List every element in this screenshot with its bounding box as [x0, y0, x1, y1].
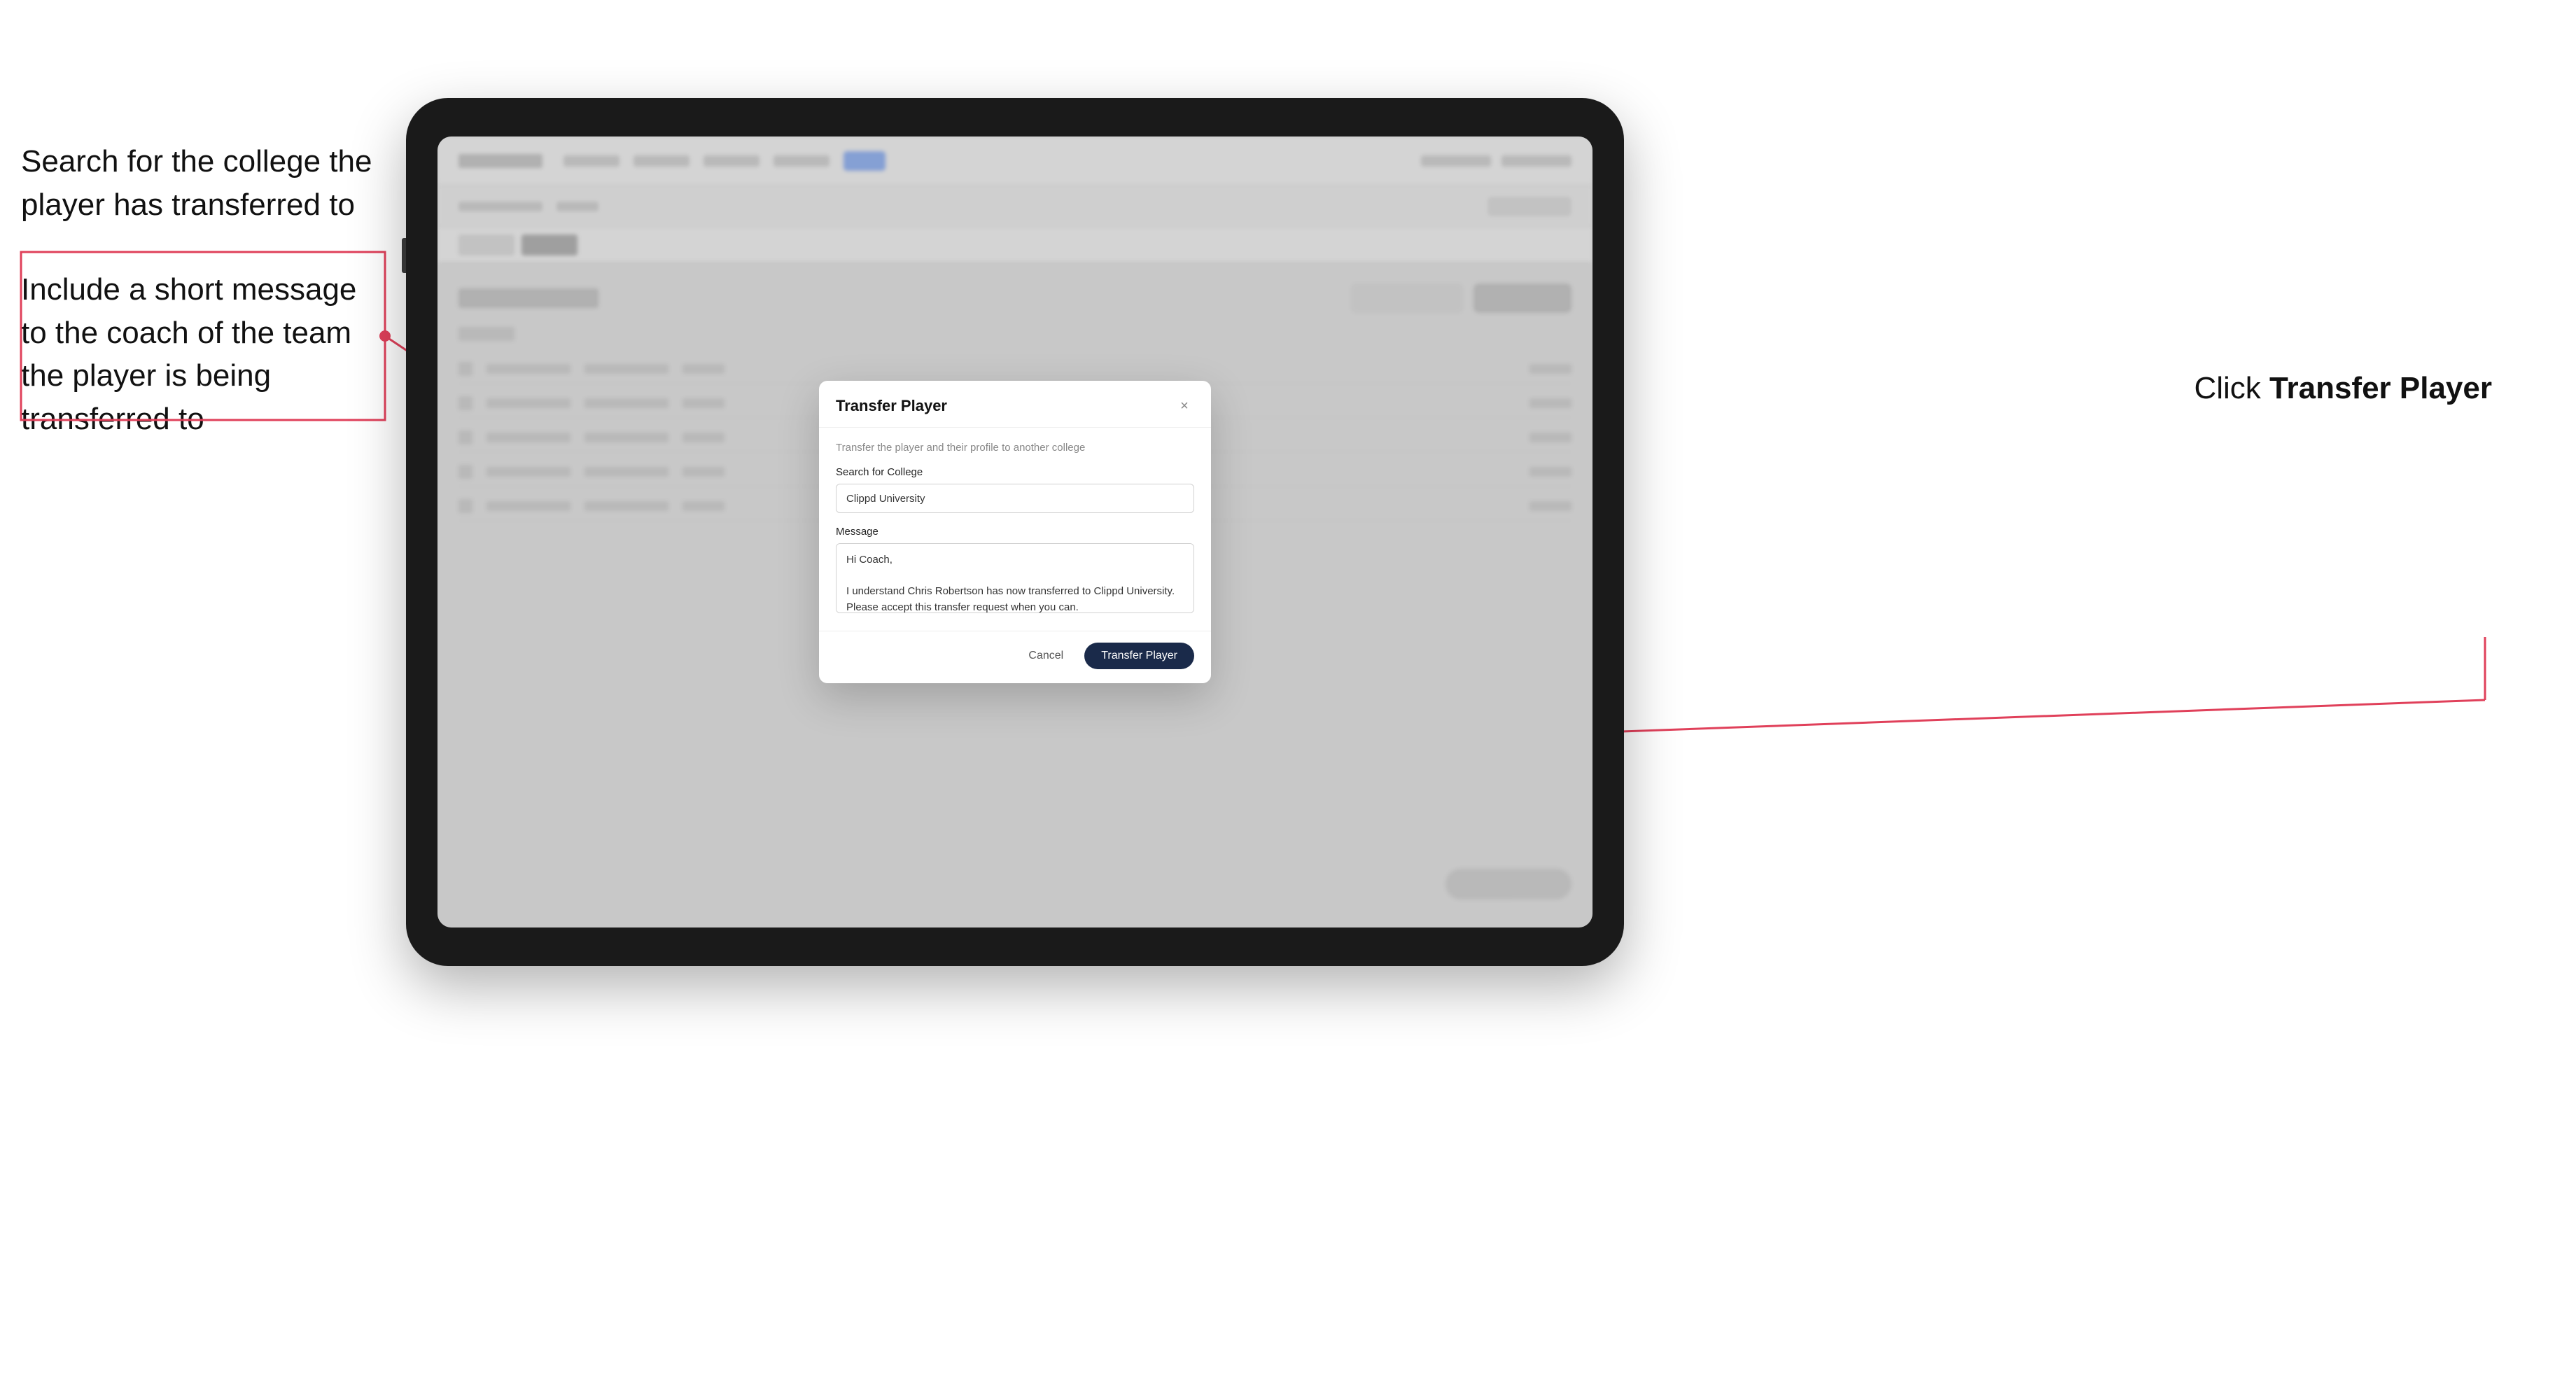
modal-body: Transfer the player and their profile to…: [819, 428, 1211, 631]
transfer-player-button[interactable]: Transfer Player: [1084, 643, 1194, 669]
search-college-input[interactable]: [836, 484, 1194, 513]
tablet-screen: Transfer Player × Transfer the player an…: [438, 136, 1592, 927]
annotation-right-container: Click Transfer Player: [2194, 371, 2492, 406]
arrow-right-to-button: [1470, 630, 2576, 840]
modal-footer: Cancel Transfer Player: [819, 631, 1211, 683]
annotation-search-text: Search for the college the player has tr…: [21, 140, 385, 226]
modal-overlay: Transfer Player × Transfer the player an…: [438, 136, 1592, 927]
message-textarea[interactable]: Hi Coach, I understand Chris Robertson h…: [836, 543, 1194, 613]
cancel-button[interactable]: Cancel: [1017, 644, 1074, 668]
tablet-power-button: [402, 238, 406, 273]
modal-subtitle: Transfer the player and their profile to…: [836, 442, 1194, 454]
transfer-player-modal: Transfer Player × Transfer the player an…: [819, 381, 1211, 683]
tablet-frame: Transfer Player × Transfer the player an…: [406, 98, 1624, 966]
modal-close-button[interactable]: ×: [1175, 396, 1194, 416]
close-icon: ×: [1180, 398, 1189, 414]
annotation-message-text: Include a short message to the coach of …: [21, 268, 385, 440]
message-label: Message: [836, 526, 1194, 538]
search-college-label: Search for College: [836, 466, 1194, 478]
modal-title: Transfer Player: [836, 397, 947, 415]
annotation-transfer-bold: Transfer Player: [2269, 371, 2492, 405]
annotation-left-container: Search for the college the player has tr…: [21, 140, 385, 483]
annotation-click-text: Click: [2194, 371, 2269, 405]
modal-header: Transfer Player ×: [819, 381, 1211, 428]
